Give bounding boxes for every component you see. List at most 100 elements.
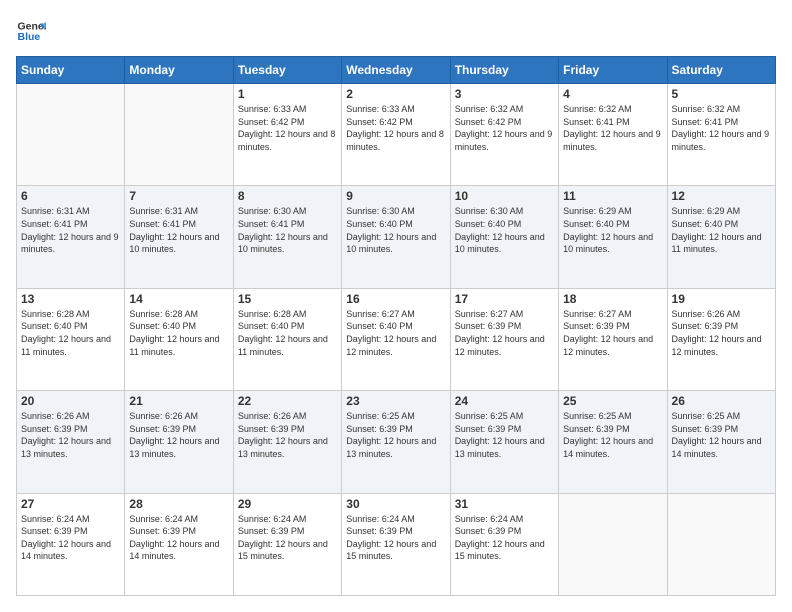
calendar-cell: 30 Sunrise: 6:24 AM Sunset: 6:39 PM Dayli… — [342, 493, 450, 595]
day-detail: Sunrise: 6:24 AM Sunset: 6:39 PM Dayligh… — [455, 513, 554, 563]
calendar-cell — [125, 84, 233, 186]
page: General Blue SundayMondayTuesdayWednesda… — [0, 0, 792, 612]
day-detail: Sunrise: 6:30 AM Sunset: 6:40 PM Dayligh… — [455, 205, 554, 255]
day-number: 4 — [563, 87, 662, 101]
calendar-cell: 10 Sunrise: 6:30 AM Sunset: 6:40 PM Dayli… — [450, 186, 558, 288]
day-detail: Sunrise: 6:32 AM Sunset: 6:42 PM Dayligh… — [455, 103, 554, 153]
calendar-cell: 31Sunrise: 6:24 AM Sunset: 6:39 PM Dayli… — [450, 493, 558, 595]
calendar-cell — [667, 493, 775, 595]
day-detail: Sunrise: 6:29 AM Sunset: 6:40 PM Dayligh… — [563, 205, 662, 255]
day-detail: Sunrise: 6:31 AM Sunset: 6:41 PM Dayligh… — [21, 205, 120, 255]
day-detail: Sunrise: 6:30 AM Sunset: 6:40 PM Dayligh… — [346, 205, 445, 255]
day-number: 30 — [346, 497, 445, 511]
day-detail: Sunrise: 6:28 AM Sunset: 6:40 PM Dayligh… — [238, 308, 337, 358]
calendar-cell: 8 Sunrise: 6:30 AM Sunset: 6:41 PM Daylig… — [233, 186, 341, 288]
day-number: 22 — [238, 394, 337, 408]
day-number: 7 — [129, 189, 228, 203]
calendar-cell — [17, 84, 125, 186]
calendar-cell: 20Sunrise: 6:26 AM Sunset: 6:39 PM Dayli… — [17, 391, 125, 493]
calendar-cell: 29 Sunrise: 6:24 AM Sunset: 6:39 PM Dayli… — [233, 493, 341, 595]
calendar-cell: 24 Sunrise: 6:25 AM Sunset: 6:39 PM Dayli… — [450, 391, 558, 493]
day-detail: Sunrise: 6:26 AM Sunset: 6:39 PM Dayligh… — [129, 410, 228, 460]
day-detail: Sunrise: 6:24 AM Sunset: 6:39 PM Dayligh… — [21, 513, 120, 563]
calendar-cell: 6 Sunrise: 6:31 AM Sunset: 6:41 PM Daylig… — [17, 186, 125, 288]
calendar-cell — [559, 493, 667, 595]
logo: General Blue — [16, 16, 46, 46]
day-detail: Sunrise: 6:30 AM Sunset: 6:41 PM Dayligh… — [238, 205, 337, 255]
calendar-cell: 26 Sunrise: 6:25 AM Sunset: 6:39 PM Dayli… — [667, 391, 775, 493]
day-detail: Sunrise: 6:25 AM Sunset: 6:39 PM Dayligh… — [455, 410, 554, 460]
day-number: 17 — [455, 292, 554, 306]
day-detail: Sunrise: 6:32 AM Sunset: 6:41 PM Dayligh… — [563, 103, 662, 153]
day-number: 19 — [672, 292, 771, 306]
calendar-cell: 25 Sunrise: 6:25 AM Sunset: 6:39 PM Dayli… — [559, 391, 667, 493]
col-header-tuesday: Tuesday — [233, 57, 341, 84]
header: General Blue — [16, 16, 776, 46]
calendar-cell: 7Sunrise: 6:31 AM Sunset: 6:41 PM Daylig… — [125, 186, 233, 288]
calendar-cell: 16 Sunrise: 6:27 AM Sunset: 6:40 PM Dayli… — [342, 288, 450, 390]
calendar-cell: 2 Sunrise: 6:33 AM Sunset: 6:42 PM Daylig… — [342, 84, 450, 186]
col-header-saturday: Saturday — [667, 57, 775, 84]
day-number: 1 — [238, 87, 337, 101]
day-number: 25 — [563, 394, 662, 408]
calendar-cell: 18 Sunrise: 6:27 AM Sunset: 6:39 PM Dayli… — [559, 288, 667, 390]
day-number: 16 — [346, 292, 445, 306]
col-header-wednesday: Wednesday — [342, 57, 450, 84]
day-detail: Sunrise: 6:27 AM Sunset: 6:39 PM Dayligh… — [563, 308, 662, 358]
day-number: 15 — [238, 292, 337, 306]
calendar-table: SundayMondayTuesdayWednesdayThursdayFrid… — [16, 56, 776, 596]
day-number: 26 — [672, 394, 771, 408]
calendar-cell: 9 Sunrise: 6:30 AM Sunset: 6:40 PM Daylig… — [342, 186, 450, 288]
day-number: 6 — [21, 189, 120, 203]
day-detail: Sunrise: 6:24 AM Sunset: 6:39 PM Dayligh… — [238, 513, 337, 563]
day-detail: Sunrise: 6:33 AM Sunset: 6:42 PM Dayligh… — [238, 103, 337, 153]
day-detail: Sunrise: 6:26 AM Sunset: 6:39 PM Dayligh… — [21, 410, 120, 460]
day-detail: Sunrise: 6:28 AM Sunset: 6:40 PM Dayligh… — [129, 308, 228, 358]
day-detail: Sunrise: 6:25 AM Sunset: 6:39 PM Dayligh… — [346, 410, 445, 460]
day-number: 11 — [563, 189, 662, 203]
col-header-friday: Friday — [559, 57, 667, 84]
calendar-cell: 15 Sunrise: 6:28 AM Sunset: 6:40 PM Dayli… — [233, 288, 341, 390]
day-number: 23 — [346, 394, 445, 408]
day-number: 3 — [455, 87, 554, 101]
day-detail: Sunrise: 6:29 AM Sunset: 6:40 PM Dayligh… — [672, 205, 771, 255]
day-number: 5 — [672, 87, 771, 101]
calendar-cell: 27Sunrise: 6:24 AM Sunset: 6:39 PM Dayli… — [17, 493, 125, 595]
calendar-cell: 3 Sunrise: 6:32 AM Sunset: 6:42 PM Daylig… — [450, 84, 558, 186]
day-number: 21 — [129, 394, 228, 408]
day-detail: Sunrise: 6:28 AM Sunset: 6:40 PM Dayligh… — [21, 308, 120, 358]
day-detail: Sunrise: 6:33 AM Sunset: 6:42 PM Dayligh… — [346, 103, 445, 153]
day-number: 9 — [346, 189, 445, 203]
day-detail: Sunrise: 6:25 AM Sunset: 6:39 PM Dayligh… — [672, 410, 771, 460]
col-header-sunday: Sunday — [17, 57, 125, 84]
day-number: 12 — [672, 189, 771, 203]
calendar-cell: 1 Sunrise: 6:33 AM Sunset: 6:42 PM Daylig… — [233, 84, 341, 186]
day-number: 2 — [346, 87, 445, 101]
day-number: 29 — [238, 497, 337, 511]
day-number: 13 — [21, 292, 120, 306]
calendar-cell: 12 Sunrise: 6:29 AM Sunset: 6:40 PM Dayli… — [667, 186, 775, 288]
calendar-cell: 23 Sunrise: 6:25 AM Sunset: 6:39 PM Dayli… — [342, 391, 450, 493]
calendar-cell: 22 Sunrise: 6:26 AM Sunset: 6:39 PM Dayli… — [233, 391, 341, 493]
day-number: 24 — [455, 394, 554, 408]
svg-text:Blue: Blue — [18, 31, 41, 43]
col-header-monday: Monday — [125, 57, 233, 84]
day-detail: Sunrise: 6:32 AM Sunset: 6:41 PM Dayligh… — [672, 103, 771, 153]
calendar-cell: 13 Sunrise: 6:28 AM Sunset: 6:40 PM Dayli… — [17, 288, 125, 390]
day-number: 8 — [238, 189, 337, 203]
day-detail: Sunrise: 6:24 AM Sunset: 6:39 PM Dayligh… — [129, 513, 228, 563]
day-number: 28 — [129, 497, 228, 511]
day-detail: Sunrise: 6:26 AM Sunset: 6:39 PM Dayligh… — [238, 410, 337, 460]
day-detail: Sunrise: 6:25 AM Sunset: 6:39 PM Dayligh… — [563, 410, 662, 460]
col-header-thursday: Thursday — [450, 57, 558, 84]
day-detail: Sunrise: 6:26 AM Sunset: 6:39 PM Dayligh… — [672, 308, 771, 358]
day-detail: Sunrise: 6:24 AM Sunset: 6:39 PM Dayligh… — [346, 513, 445, 563]
calendar-cell: 17 Sunrise: 6:27 AM Sunset: 6:39 PM Dayli… — [450, 288, 558, 390]
calendar-cell: 19 Sunrise: 6:26 AM Sunset: 6:39 PM Dayli… — [667, 288, 775, 390]
day-detail: Sunrise: 6:27 AM Sunset: 6:39 PM Dayligh… — [455, 308, 554, 358]
calendar-cell: 5 Sunrise: 6:32 AM Sunset: 6:41 PM Daylig… — [667, 84, 775, 186]
day-detail: Sunrise: 6:27 AM Sunset: 6:40 PM Dayligh… — [346, 308, 445, 358]
day-number: 10 — [455, 189, 554, 203]
calendar-cell: 11 Sunrise: 6:29 AM Sunset: 6:40 PM Dayli… — [559, 186, 667, 288]
day-number: 18 — [563, 292, 662, 306]
